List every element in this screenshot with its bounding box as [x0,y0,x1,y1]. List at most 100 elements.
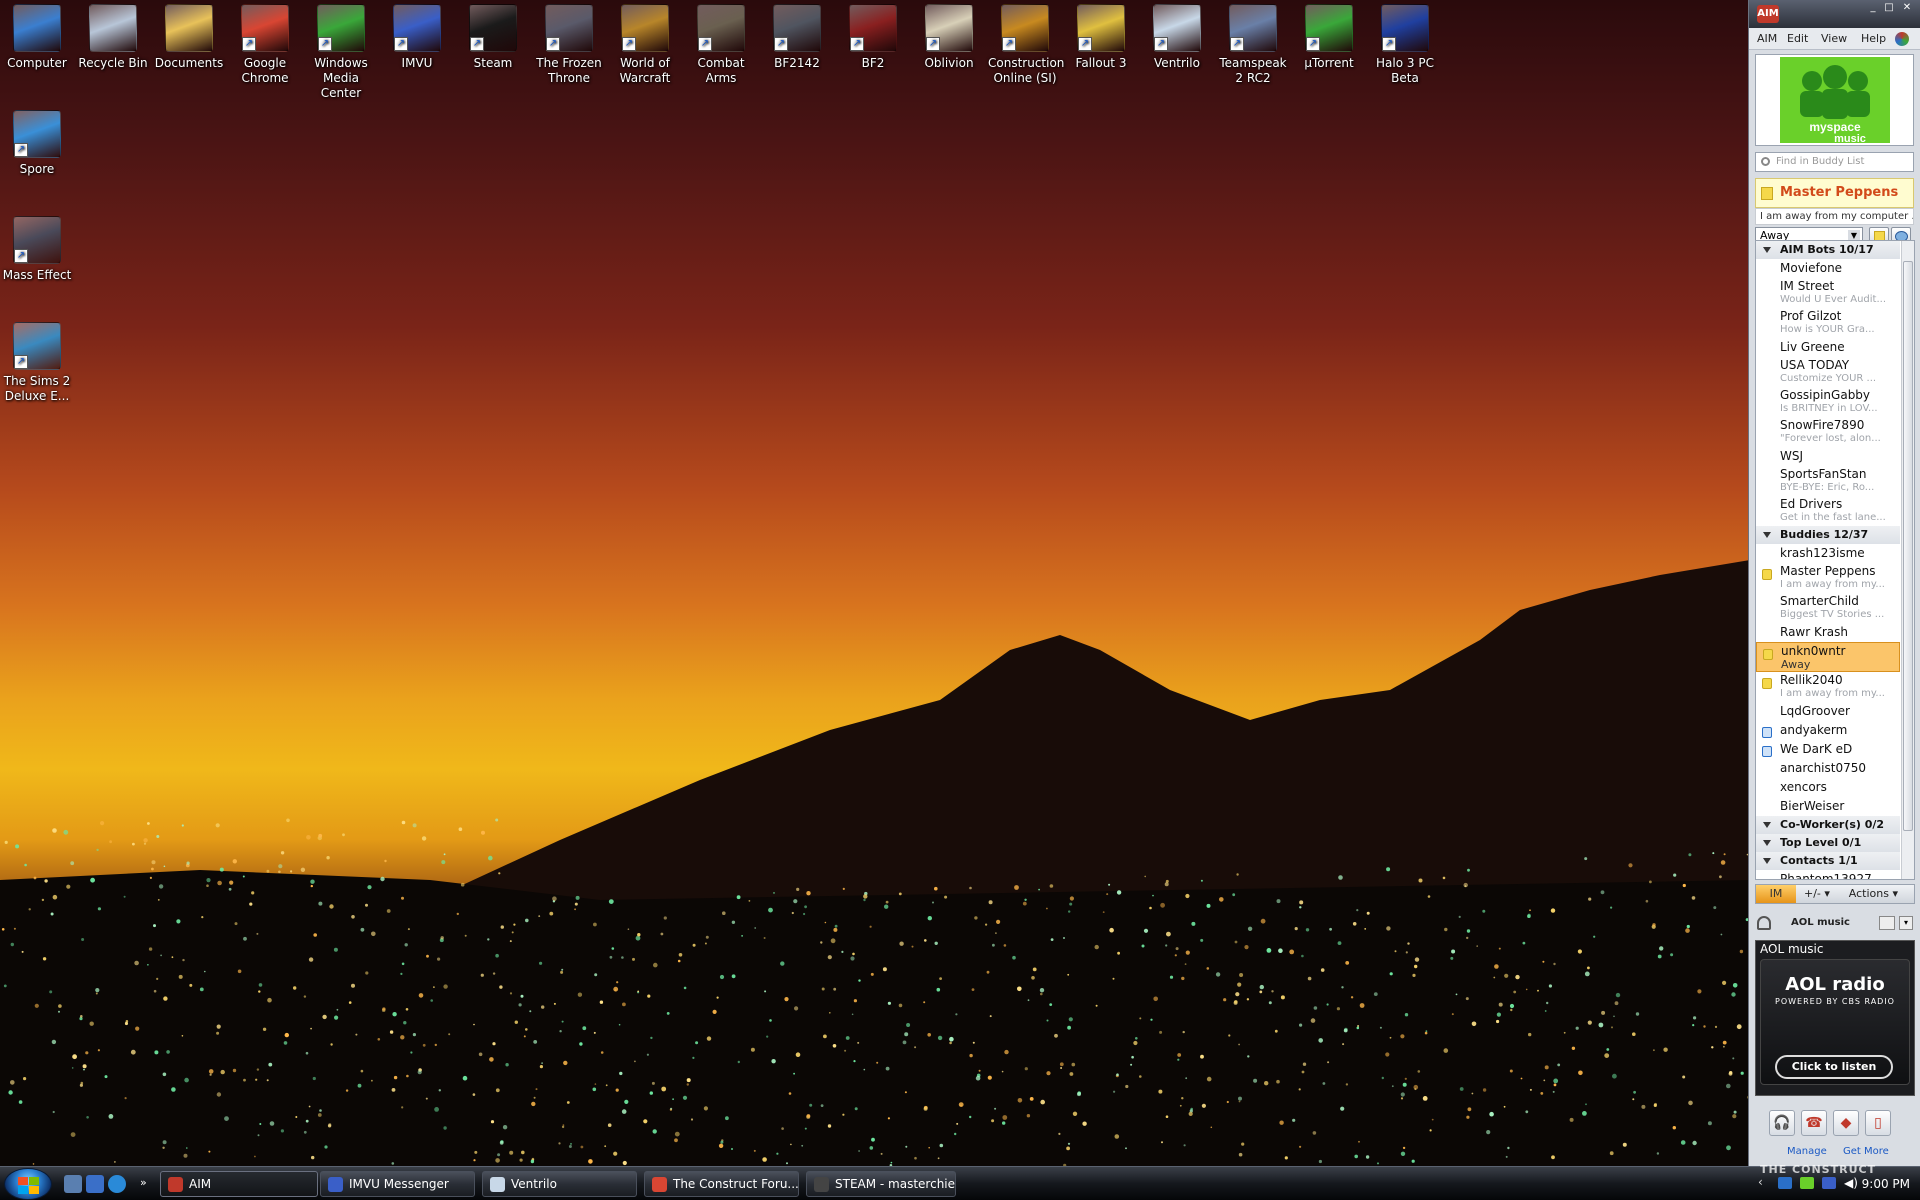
im-button[interactable]: IM [1756,885,1796,903]
desktop[interactable]: Computer Recycle Bin Documents ↗ Google Chro… [0,0,1750,1166]
menu-view[interactable]: View [1821,32,1847,45]
buddy-list[interactable]: AIM Bots 10/17 Moviefone IM Street Would U … [1755,240,1915,880]
buddy-list-item[interactable]: GossipinGabby Is BRITNEY in LOV... [1756,387,1900,417]
taskbar-button[interactable]: IMVU Messenger [320,1171,475,1197]
desktop-icon-wow[interactable]: ↗ World of Warcraft [608,2,682,86]
buddy-list-item[interactable]: Liv Greene [1756,338,1900,357]
show-desktop-icon[interactable] [64,1175,82,1193]
desktop-icon-recycle-bin[interactable]: Recycle Bin [76,2,150,71]
buddy-list-item[interactable]: xencors [1756,778,1900,797]
utorrent-tray-icon[interactable] [1800,1177,1814,1189]
buddy-group-header[interactable]: AIM Bots 10/17 [1756,241,1900,259]
myspace-music-ad[interactable]: myspace music [1755,54,1914,146]
menu-help[interactable]: Help [1861,32,1886,45]
buddy-list-item[interactable]: Phantom13927 [1756,870,1900,879]
volume-icon[interactable]: ◀) [1844,1176,1858,1190]
minimize-button[interactable]: _ [1866,2,1880,14]
buddy-list-item[interactable]: SmarterChild Biggest TV Stories ... [1756,593,1900,623]
game-icon[interactable]: ◆ [1833,1110,1859,1136]
menu-aim[interactable]: AIM [1757,32,1777,45]
buddy-list-item[interactable]: Moviefone [1756,259,1900,278]
imvu-tray-icon[interactable] [1822,1177,1836,1189]
aim-titlebar[interactable]: AIM _ □ ✕ [1749,0,1920,28]
headphones-icon[interactable] [1757,916,1771,930]
self-status-panel[interactable]: Master Peppens [1755,178,1914,208]
menu-edit[interactable]: Edit [1787,32,1808,45]
desktop-icon-mass-effect[interactable]: ↗ Mass Effect [0,214,74,283]
buddy-list-item[interactable]: WSJ [1756,447,1900,466]
aol-services-icon[interactable] [1895,32,1909,46]
network-icon[interactable] [1778,1177,1792,1189]
close-button[interactable]: ✕ [1900,2,1914,14]
desktop-icon-bf2142[interactable]: ↗ BF2142 [760,2,834,71]
desktop-icon-imvu[interactable]: ↗ IMVU [380,2,454,71]
desktop-icon-ventrilo[interactable]: ↗ Ventrilo [1140,2,1214,71]
buddy-group-header[interactable]: Co-Worker(s) 0/2 [1756,816,1900,834]
taskbar-button[interactable]: STEAM - masterchie... [806,1171,956,1197]
buddy-list-item[interactable]: krash123isme [1756,544,1900,563]
buddy-list-item[interactable]: unkn0wntr Away [1756,642,1900,672]
buddy-list-scrollbar[interactable] [1901,241,1914,879]
buddy-group-header[interactable]: Contacts 1/1 [1756,852,1900,870]
headphones-icon[interactable]: 🎧 [1769,1110,1795,1136]
desktop-icon-combat-arms[interactable]: ↗ Combat Arms [684,2,758,86]
desktop-icon-teamspeak[interactable]: ↗ Teamspeak 2 RC2 [1216,2,1290,86]
internet-explorer-icon[interactable] [108,1175,126,1193]
get-more-link[interactable]: Get More [1843,1146,1889,1157]
clock[interactable]: 9:00 PM [1862,1177,1910,1191]
collapse-icon[interactable]: ▾ [1899,916,1913,930]
buddy-list-item[interactable]: SnowFire7890 "Forever lost, alon... [1756,417,1900,447]
maximize-button[interactable]: □ [1882,2,1896,14]
desktop-icon-steam[interactable]: ↗ Steam [456,2,530,71]
phone-icon[interactable]: ☎ [1801,1110,1827,1136]
buddy-list-item[interactable]: Rellik2040 I am away from my... [1756,672,1900,702]
popout-icon[interactable] [1879,916,1895,930]
buddy-search-input[interactable]: Find in Buddy List [1755,152,1914,172]
buddy-list-item[interactable]: LqdGroover [1756,702,1900,721]
tray-expand-icon[interactable]: ‹ [1758,1175,1772,1191]
buddy-group-header[interactable]: Buddies 12/37 [1756,526,1900,544]
actions-button[interactable]: Actions ▾ [1849,887,1898,900]
status-message-field[interactable]: I am away from my computer ... [1755,208,1914,225]
buddy-list-item[interactable]: IM Street Would U Ever Audit... [1756,278,1900,308]
desktop-icon-folder[interactable]: Documents [152,2,226,71]
buddy-status: Get in the fast lane... [1780,512,1886,523]
mobile-icon[interactable]: ▯ [1865,1110,1891,1136]
buddy-list-item[interactable]: andyakerm [1756,721,1900,740]
desktop-icon-sims[interactable]: ↗ The Sims 2 Deluxe E... [0,320,74,404]
desktop-icon-halo[interactable]: ↗ Halo 3 PC Beta [1368,2,1442,86]
desktop-icon-spore[interactable]: ↗ Spore [0,108,74,177]
aim-window[interactable]: AIM _ □ ✕ AIM Edit View Help myspace mus… [1748,0,1920,1166]
buddy-group-header[interactable]: Top Level 0/1 [1756,834,1900,852]
desktop-icon-oblivion[interactable]: ↗ Oblivion [912,2,986,71]
buddy-list-item[interactable]: Prof Gilzot How is YOUR Gra... [1756,308,1900,338]
buddy-list-item[interactable]: Master Peppens I am away from my... [1756,563,1900,593]
buddy-list-item[interactable]: USA TODAY Customize YOUR ... [1756,357,1900,387]
desktop-icon-construction[interactable]: ↗ Construction Online (SI) [988,2,1064,86]
buddy-list-item[interactable]: SportsFanStan BYE-BYE: Eric, Ro... [1756,466,1900,496]
taskbar-button[interactable]: AIM [160,1171,318,1197]
desktop-icon-bf2[interactable]: ↗ BF2 [836,2,910,71]
quicklaunch-chevron-icon[interactable]: » [140,1175,150,1193]
buddy-list-item[interactable]: BierWeiser [1756,797,1900,816]
desktop-icon-utorrent[interactable]: ↗ µTorrent [1292,2,1366,71]
buddy-list-item[interactable]: We DarK eD [1756,740,1900,759]
click-to-listen-button[interactable]: Click to listen [1775,1055,1893,1079]
manage-link[interactable]: Manage [1787,1146,1827,1157]
buddy-list-item[interactable]: Ed Drivers Get in the fast lane... [1756,496,1900,526]
switch-windows-icon[interactable] [86,1175,104,1193]
add-remove-button[interactable]: +/- ▾ [1804,887,1830,900]
scrollbar-thumb[interactable] [1903,261,1913,831]
desktop-icon-frozen-throne[interactable]: ↗ The Frozen Throne [532,2,606,86]
desktop-icon-chrome[interactable]: ↗ Google Chrome [228,2,302,86]
buddy-list-item[interactable]: anarchist0750 [1756,759,1900,778]
start-button[interactable] [4,1168,52,1200]
buddy-status: Would U Ever Audit... [1780,294,1887,305]
desktop-icon-media-center[interactable]: ↗ Windows Media Center [304,2,378,101]
aol-radio-panel[interactable]: AOL music AOL radio POWERED BY CBS RADIO… [1755,940,1915,1096]
buddy-list-item[interactable]: Rawr Krash [1756,623,1900,642]
taskbar-button[interactable]: Ventrilo [482,1171,637,1197]
taskbar-button[interactable]: The Construct Foru... [644,1171,799,1197]
desktop-icon-fallout[interactable]: ↗ Fallout 3 [1064,2,1138,71]
desktop-icon-computer[interactable]: Computer [0,2,74,71]
